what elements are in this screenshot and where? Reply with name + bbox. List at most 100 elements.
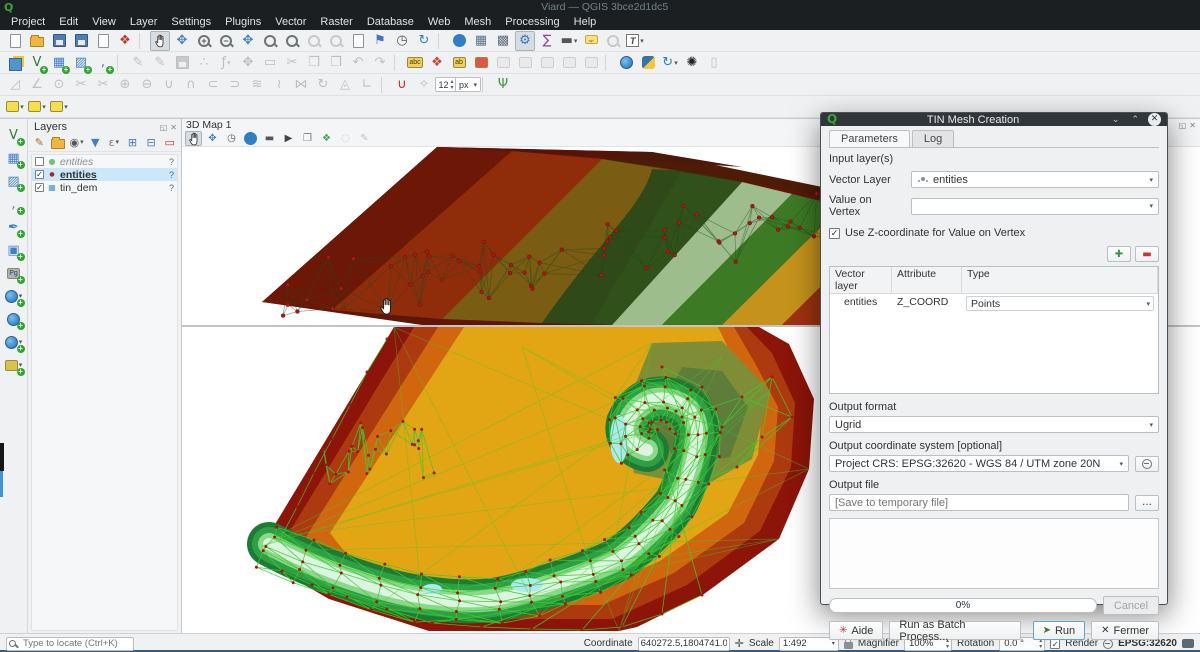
layer-indicator-icon[interactable]: ? xyxy=(169,183,174,193)
map3d-close-icon[interactable]: ✕ xyxy=(1189,121,1196,130)
batch-button[interactable]: Run as Batch Process... xyxy=(889,621,1020,640)
output-format-combo[interactable]: Ugrid▾ xyxy=(829,416,1159,433)
remove-row-button[interactable]: ▬ xyxy=(1135,246,1159,262)
dock-add-spatialite[interactable]: ✒+ xyxy=(4,217,24,237)
zoom-full-3d[interactable]: ✥ xyxy=(204,131,221,146)
cell-type-combo[interactable]: Points▾ xyxy=(966,296,1154,311)
tab-parameters[interactable]: Parameters xyxy=(829,130,910,148)
expand-all[interactable]: ⊞ xyxy=(124,134,141,150)
new-print-layout[interactable] xyxy=(93,31,113,51)
dialog-unshade-icon[interactable]: ⌃ xyxy=(1128,115,1142,125)
zoom-in[interactable]: + xyxy=(194,31,214,51)
dialog-shade-icon[interactable]: ⌄ xyxy=(1109,115,1123,125)
vector-layer-combo[interactable]: entities▾ xyxy=(911,171,1159,188)
layer-indicator-icon[interactable]: ? xyxy=(169,170,174,180)
style-manager[interactable]: ❖ xyxy=(115,31,135,51)
select-features[interactable]: ▾ xyxy=(5,97,25,117)
temporal-controller[interactable]: ◷ xyxy=(392,31,412,51)
dock-add-wcs[interactable]: + xyxy=(4,309,24,329)
close-button[interactable]: ✕Fermer xyxy=(1091,621,1159,640)
identify-features[interactable] xyxy=(449,31,469,51)
dialog-close-icon[interactable]: ✕ xyxy=(1148,113,1161,126)
layer-item-entities[interactable]: ●entities? xyxy=(32,155,177,168)
run-button[interactable]: ➤Run xyxy=(1033,621,1086,640)
animations-3d[interactable]: ◷ xyxy=(223,131,240,146)
add-vector-layer[interactable]: V+ xyxy=(27,53,47,73)
labeling-single[interactable]: ab xyxy=(449,53,469,73)
add-row-button[interactable]: ✚ xyxy=(1107,246,1131,262)
zoom-full-extent[interactable]: ✥ xyxy=(238,31,258,51)
filter-by-expression[interactable]: ε▾ xyxy=(106,134,123,150)
add-delimited-text-layer[interactable]: ,+ xyxy=(93,53,113,73)
pan-map[interactable] xyxy=(150,31,170,51)
table-row[interactable]: entitiesZ_COORDPoints▾ xyxy=(830,294,1158,313)
zoom-to-layer[interactable] xyxy=(282,31,302,51)
zoom-out[interactable]: − xyxy=(216,31,236,51)
layer-item-entities[interactable]: ✓●entities? xyxy=(32,168,177,181)
output-crs-combo[interactable]: Project CRS: EPSG:32620 - WGS 84 / UTM z… xyxy=(829,455,1129,472)
layer-indicator-icon[interactable]: ? xyxy=(169,157,174,167)
menu-settings[interactable]: Settings xyxy=(164,14,218,30)
python-console[interactable] xyxy=(638,53,658,73)
snapping-tolerance[interactable]: 12▴▾ xyxy=(436,75,456,95)
camera-control[interactable] xyxy=(185,131,202,146)
deselect-features[interactable]: ▾ xyxy=(49,97,69,117)
dock-add-raster[interactable]: ▦+ xyxy=(4,148,24,168)
menu-project[interactable]: Project xyxy=(4,14,52,30)
dock-add-vector[interactable]: V+ xyxy=(4,125,24,145)
dialog-title-bar[interactable]: Q TIN Mesh Creation ⌄ ⌃ ✕ xyxy=(821,113,1167,126)
measure-3d[interactable]: ▬ xyxy=(261,131,278,146)
scene-configuration[interactable]: ❖ xyxy=(318,131,335,146)
add-group[interactable] xyxy=(50,134,67,150)
menu-raster[interactable]: Raster xyxy=(313,14,359,30)
layer-visibility-checkbox[interactable]: ✓ xyxy=(35,170,44,179)
data-source-manager[interactable] xyxy=(5,53,25,73)
use-z-checkbox[interactable]: ✓ xyxy=(829,228,840,239)
menu-vector[interactable]: Vector xyxy=(268,14,313,30)
menu-web[interactable]: Web xyxy=(421,14,457,30)
first-aid-debug[interactable]: ✺ xyxy=(682,53,702,73)
zoom-to-selection[interactable] xyxy=(260,31,280,51)
collapse-all[interactable]: ⊟ xyxy=(143,134,160,150)
dock-add-postgis[interactable]: Pg+ xyxy=(4,263,24,283)
menu-database[interactable]: Database xyxy=(360,14,421,30)
map-tips[interactable] xyxy=(581,31,601,51)
menu-mesh[interactable]: Mesh xyxy=(457,14,498,30)
metasearch[interactable] xyxy=(616,53,636,73)
plugin-reload[interactable]: ↻▾ xyxy=(660,53,680,73)
save-project[interactable] xyxy=(49,31,69,51)
select-crs-button[interactable] xyxy=(1135,456,1159,472)
vertex-editor[interactable]: Ψ xyxy=(493,75,513,95)
filter-legend[interactable]: ▼ xyxy=(87,134,104,150)
dock-add-wfs[interactable]: +▾ xyxy=(4,332,24,352)
identify-3d[interactable] xyxy=(242,131,259,146)
layer-visibility-checkbox[interactable] xyxy=(35,157,44,166)
dock-add-shapefile[interactable]: ▣+ xyxy=(4,240,24,260)
messages-icon[interactable] xyxy=(1182,639,1194,648)
measure-line[interactable]: ▬▾ xyxy=(559,31,579,51)
text-annotation[interactable]: T▾ xyxy=(625,31,645,51)
menu-help[interactable]: Help xyxy=(567,14,604,30)
save-project-as[interactable] xyxy=(71,31,91,51)
layer-item-tin_dem[interactable]: ✓▦tin_dem? xyxy=(32,181,177,194)
layer-diagram[interactable]: ❖ xyxy=(427,53,447,73)
panel-close-icon[interactable]: ✕ xyxy=(170,123,177,132)
add-raster-layer[interactable]: ▦+ xyxy=(49,53,69,73)
refresh-map[interactable]: ↻ xyxy=(414,31,434,51)
new-map-view[interactable] xyxy=(348,31,368,51)
dock-add-delimited-text[interactable]: ,+ xyxy=(4,194,24,214)
tab-log[interactable]: Log xyxy=(912,130,954,148)
menu-view[interactable]: View xyxy=(85,14,123,30)
coordinate-input[interactable] xyxy=(638,637,730,651)
manage-map-themes[interactable]: ◉▾ xyxy=(68,134,85,150)
dock-add-wms[interactable]: +▾ xyxy=(4,286,24,306)
processing-toolbox[interactable]: ⚙ xyxy=(515,31,535,51)
menu-edit[interactable]: Edit xyxy=(52,14,85,30)
play-animation[interactable]: ▶ xyxy=(280,131,297,146)
pan-to-selection[interactable]: ✥ xyxy=(172,31,192,51)
new-project[interactable] xyxy=(5,31,25,51)
layer-visibility-checkbox[interactable]: ✓ xyxy=(35,183,44,192)
browse-file-button[interactable]: … xyxy=(1135,495,1159,511)
help-button[interactable]: ✳Aide xyxy=(829,621,883,640)
add-mesh-layer[interactable]: ▨+ xyxy=(71,53,91,73)
